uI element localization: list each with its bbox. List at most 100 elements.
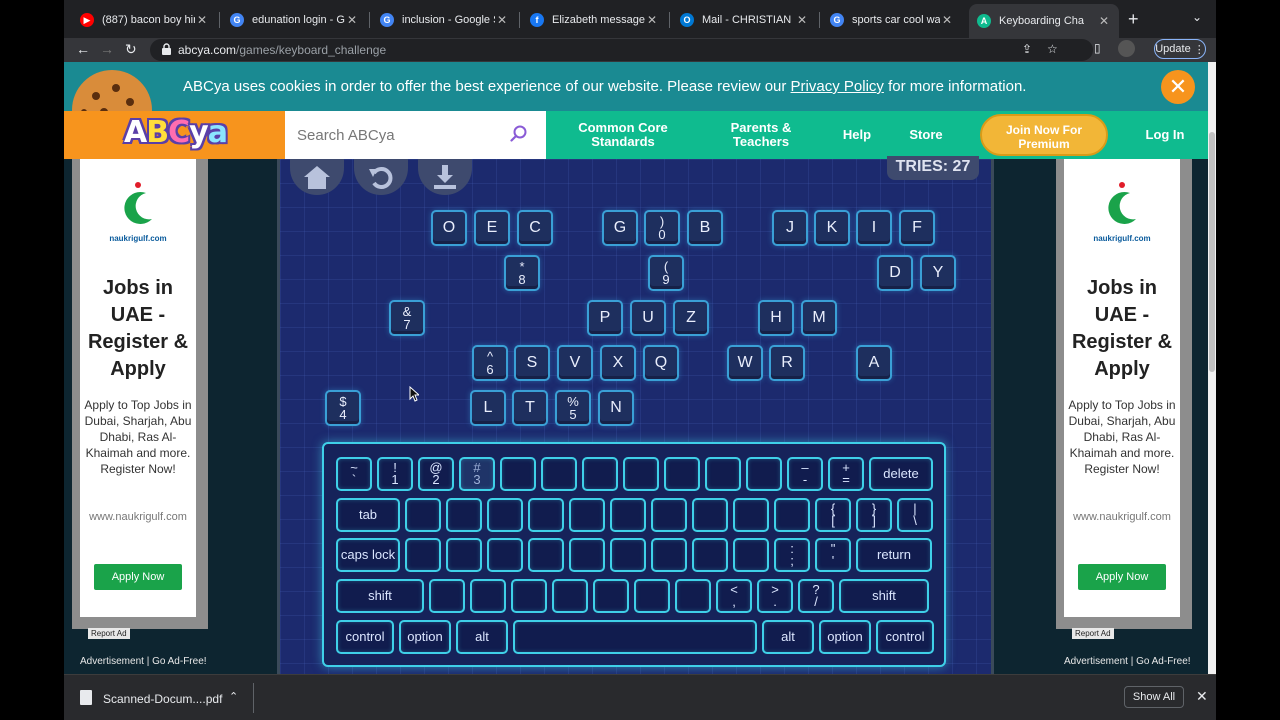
tab-title: inclusion - Google Se: [402, 14, 495, 26]
apply-now-button[interactable]: Apply Now: [94, 564, 182, 590]
key-control: control: [336, 620, 394, 654]
browser-tab[interactable]: Ginclusion - Google Se✕: [372, 6, 517, 34]
close-tab-icon[interactable]: ✕: [1097, 14, 1111, 28]
falling-key: Z: [673, 300, 709, 336]
back-icon[interactable]: ←: [76, 41, 90, 57]
falling-key: D: [877, 255, 913, 291]
keyboard-key: {[: [815, 498, 851, 532]
search-icon[interactable]: [510, 125, 528, 143]
tab-favicon-icon: O: [680, 13, 694, 27]
ad-title: Jobs in UAE - Register & Apply: [87, 277, 189, 380]
close-tab-icon[interactable]: ✕: [345, 13, 359, 27]
close-cookie-button[interactable]: ✕: [1161, 70, 1195, 104]
right-ad[interactable]: naukrigulf.com Jobs in UAE - Register & …: [1056, 159, 1192, 639]
update-button[interactable]: Update ⋮: [1154, 39, 1206, 59]
close-tab-icon[interactable]: ✕: [795, 13, 809, 27]
profile-avatar[interactable]: [1118, 40, 1135, 57]
browser-tab[interactable]: A Keyboarding Cha ✕: [969, 4, 1119, 38]
key-shift: shift: [336, 579, 424, 613]
share-icon[interactable]: ⇪: [1022, 42, 1032, 56]
keyboard-key: [675, 579, 711, 613]
keyboard-key: [500, 457, 536, 491]
logo-area: ABCya: [64, 111, 285, 159]
close-tab-icon[interactable]: ✕: [645, 13, 659, 27]
keyboard-key: ~ `: [336, 457, 372, 491]
keyboard-key: [487, 498, 523, 532]
tab-title: sports car cool wallpa: [852, 14, 940, 26]
naukrigulf-logo: naukrigulf.com: [80, 181, 196, 243]
falling-key: I: [856, 210, 892, 246]
close-tab-icon[interactable]: ✕: [940, 13, 954, 27]
keyboard-key: @2: [418, 457, 454, 491]
left-ad[interactable]: naukrigulf.com Jobs in UAE - Register & …: [72, 159, 208, 639]
key-alt: alt: [762, 620, 814, 654]
new-tab-button[interactable]: +: [1128, 9, 1139, 30]
browser-tab[interactable]: f Elizabeth messaged ✕: [522, 6, 667, 34]
keyboard-key: >.: [757, 579, 793, 613]
reload-icon[interactable]: ↻: [125, 41, 137, 58]
tab-search-icon[interactable]: ⌄: [1192, 10, 1202, 24]
tab-title: edunation login - Goo: [252, 14, 345, 26]
keyboard-key: [569, 498, 605, 532]
ad-footer[interactable]: Advertisement | Go Ad-Free!: [80, 656, 207, 667]
falling-key: O: [431, 210, 467, 246]
falling-key: ) 0: [644, 210, 680, 246]
download-filename[interactable]: Scanned-Docum....pdf: [103, 692, 222, 706]
apply-now-button[interactable]: Apply Now: [1078, 564, 1166, 590]
keyboard-key: [610, 498, 646, 532]
nav-store[interactable]: Store: [906, 128, 946, 142]
join-premium-button[interactable]: Join Now For Premium: [980, 114, 1108, 156]
close-shelf-icon[interactable]: ✕: [1196, 688, 1208, 705]
browser-tab[interactable]: O Mail - CHRISTIAN HA✕: [672, 6, 817, 34]
privacy-policy-link[interactable]: Privacy Policy: [791, 78, 884, 95]
tab-favicon-icon: G: [830, 13, 844, 27]
keyboard-key: [405, 498, 441, 532]
browser-tab[interactable]: Gsports car cool wallpa✕: [822, 6, 962, 34]
keyboard-key: [582, 457, 618, 491]
home-icon[interactable]: [290, 159, 344, 195]
bookmark-star-icon[interactable]: ☆: [1047, 42, 1058, 56]
browser-tab[interactable]: ▶ (887) bacon boy hire ✕: [72, 6, 217, 34]
tries-counter: TRIES: 27: [887, 156, 979, 180]
ad-url: www.naukrigulf.com: [89, 511, 187, 523]
nav-common-core[interactable]: Common Core Standards: [570, 121, 676, 149]
file-icon: [80, 690, 92, 705]
tab-title: (887) bacon boy hire: [102, 14, 195, 26]
search-input[interactable]: Search ABCya: [285, 111, 546, 159]
keyboard-key: [705, 457, 741, 491]
report-ad-link[interactable]: Report Ad: [1072, 628, 1114, 639]
page-scrollbar[interactable]: [1208, 62, 1216, 674]
key-tab: tab: [336, 498, 400, 532]
restart-icon[interactable]: [354, 159, 408, 195]
falling-key: P: [587, 300, 623, 336]
browser-tab[interactable]: Gedunation login - Goo✕: [222, 6, 367, 34]
download-icon[interactable]: [418, 159, 472, 195]
tab-title: Mail - CHRISTIAN HA: [702, 14, 795, 26]
keyboard-key: [733, 498, 769, 532]
keyboard-key: [552, 579, 588, 613]
falling-key: Q: [643, 345, 679, 381]
keyboard-key: [446, 498, 482, 532]
tab-title: Elizabeth messaged: [552, 14, 645, 26]
tab-favicon-icon: ▶: [80, 13, 94, 27]
close-tab-icon[interactable]: ✕: [195, 13, 209, 27]
ad-footer[interactable]: Advertisement | Go Ad-Free!: [1064, 656, 1191, 667]
abcya-logo[interactable]: ABCya: [124, 115, 228, 150]
address-bar[interactable]: abcya.com/games/keyboard_challenge ⇪ ☆: [150, 39, 1093, 61]
keyboard-key: [541, 457, 577, 491]
falling-key: L: [470, 390, 506, 426]
close-tab-icon[interactable]: ✕: [495, 13, 509, 27]
keyboard-key: [528, 498, 564, 532]
tab-separator: [519, 12, 520, 28]
scroll-thumb[interactable]: [1209, 132, 1215, 372]
chevron-up-icon[interactable]: ⌃: [229, 690, 238, 703]
show-all-button[interactable]: Show All: [1124, 686, 1184, 708]
nav-help[interactable]: Help: [842, 128, 872, 142]
tab-separator: [369, 12, 370, 28]
login-link[interactable]: Log In: [1142, 128, 1188, 142]
side-panel-icon[interactable]: ▯: [1094, 41, 1101, 55]
report-ad-link[interactable]: Report Ad: [88, 628, 130, 639]
keyboard-key: [651, 498, 687, 532]
forward-icon[interactable]: →: [100, 41, 114, 57]
nav-parents-teachers[interactable]: Parents & Teachers: [718, 121, 804, 149]
